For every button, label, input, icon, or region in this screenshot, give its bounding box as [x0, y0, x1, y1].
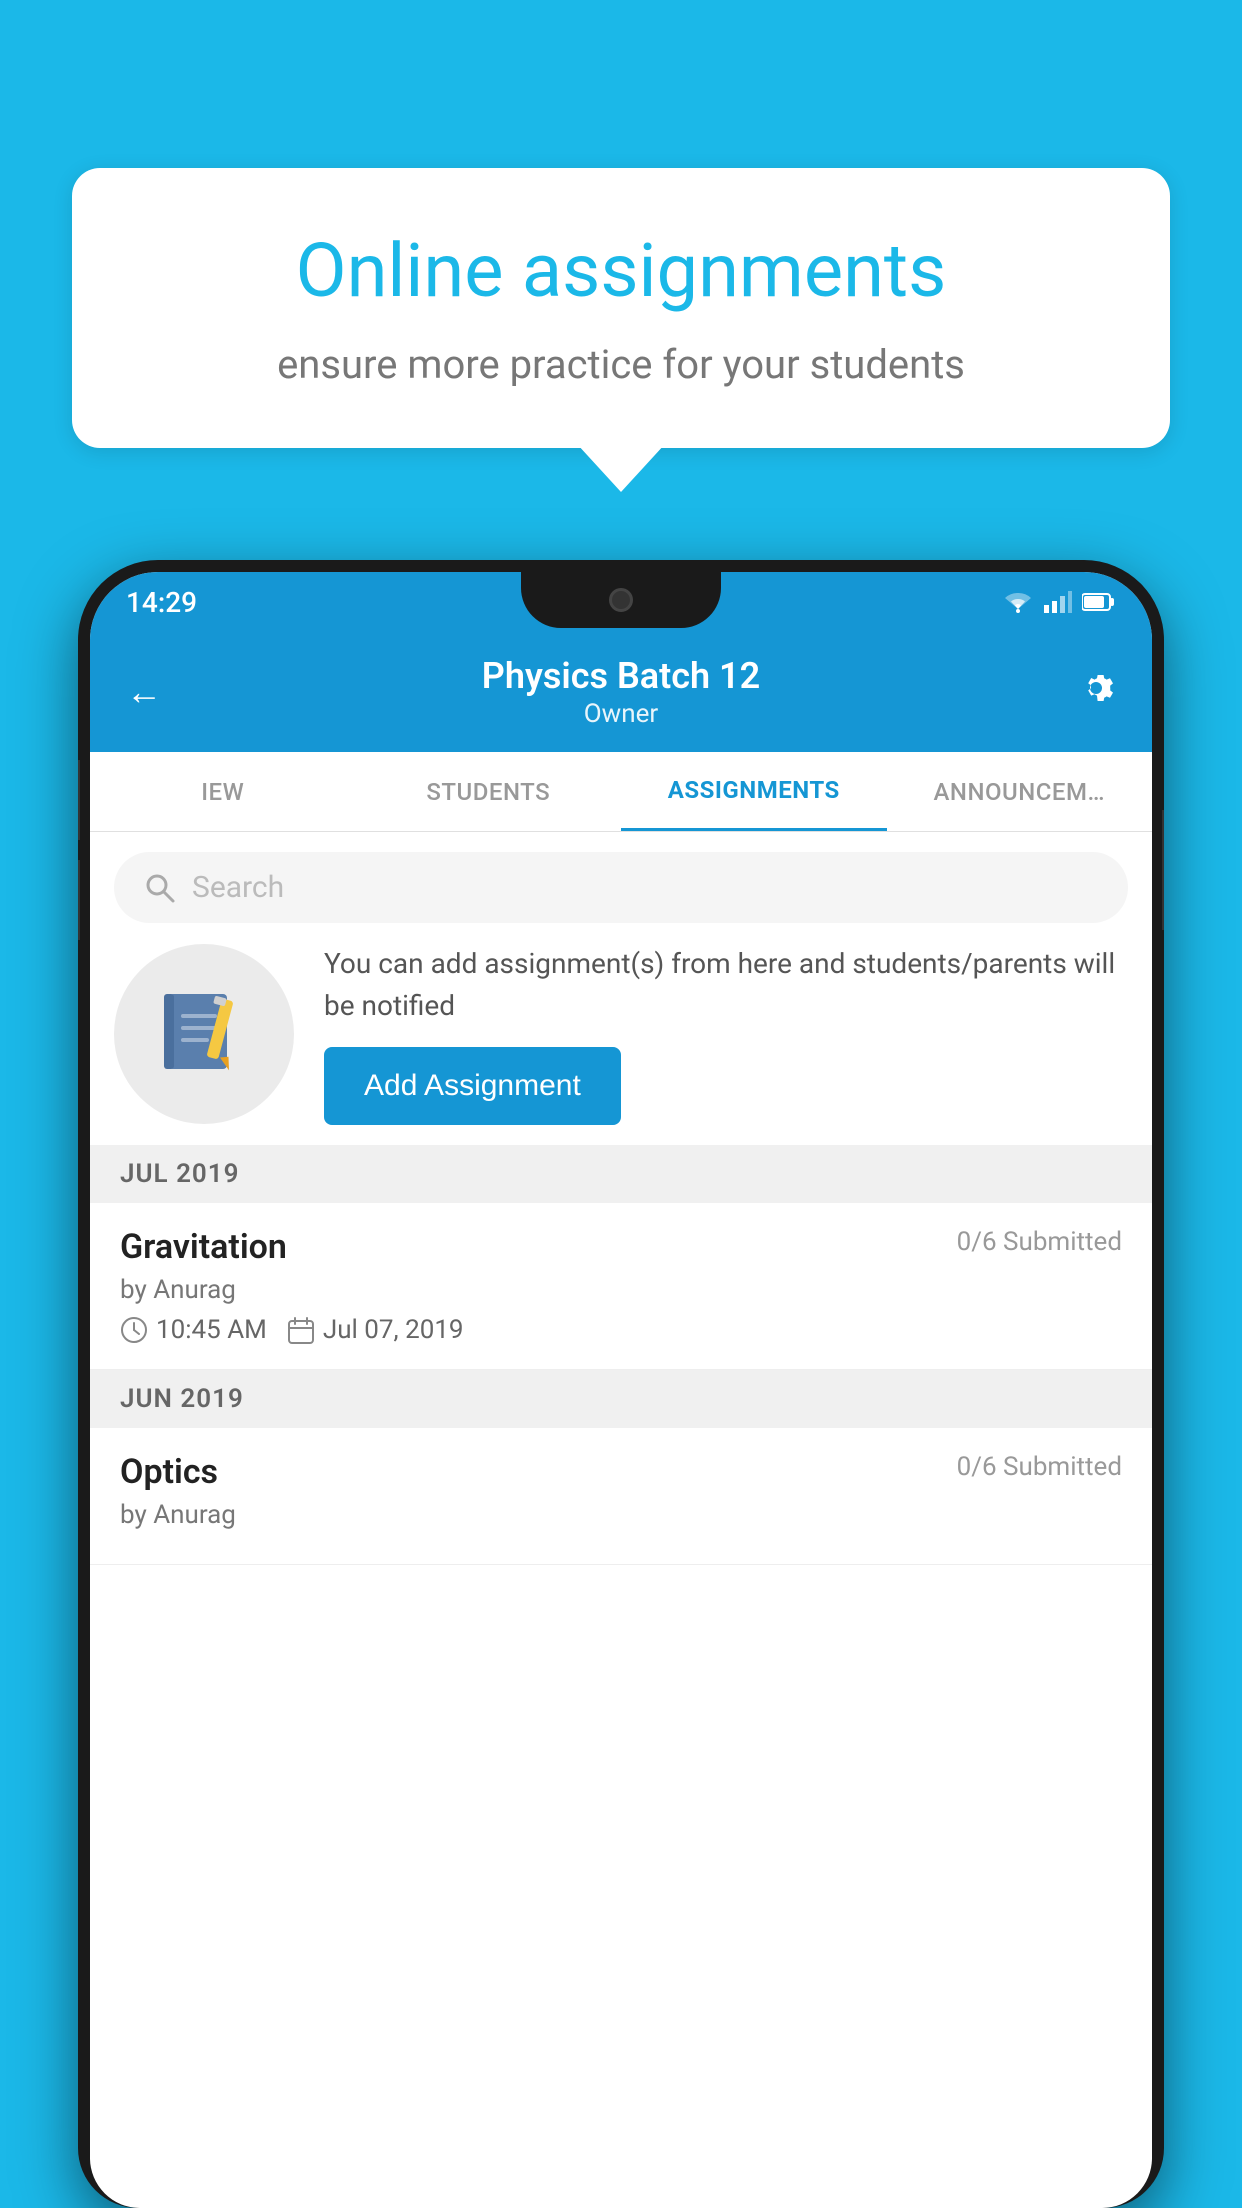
signal-icon [1044, 591, 1072, 613]
tabs-bar: IEW STUDENTS ASSIGNMENTS ANNOUNCEM… [90, 752, 1152, 832]
notebook-icon [159, 984, 249, 1084]
search-bar[interactable]: Search [114, 852, 1128, 923]
assignment-date-row: 10:45 AM Jul 07, 2019 [120, 1315, 1122, 1345]
header-subtitle: Owner [482, 699, 760, 729]
status-time: 14:29 [126, 586, 197, 619]
tab-students[interactable]: STUDENTS [356, 752, 622, 831]
speech-bubble-subtitle: ensure more practice for your students [152, 341, 1090, 388]
phone-screen: 14:29 [90, 572, 1152, 2208]
power-button [1162, 810, 1164, 930]
assignment-row-gravitation[interactable]: Gravitation 0/6 Submitted by Anurag 10:4… [90, 1203, 1152, 1370]
wifi-icon [1002, 591, 1034, 613]
tab-assignments[interactable]: ASSIGNMENTS [621, 752, 887, 831]
header-title: Physics Batch 12 [482, 655, 760, 697]
assignment-by: by Anurag [120, 1275, 1122, 1305]
settings-button[interactable] [1076, 668, 1116, 717]
search-input[interactable]: Search [192, 870, 284, 905]
header-title-group: Physics Batch 12 Owner [482, 655, 760, 729]
speech-bubble-title: Online assignments [152, 228, 1090, 317]
clock-icon [120, 1316, 148, 1344]
speech-bubble: Online assignments ensure more practice … [72, 168, 1170, 448]
assignment-top-row: Gravitation 0/6 Submitted [120, 1227, 1122, 1267]
search-icon [144, 872, 176, 904]
empty-state: You can add assignment(s) from here and … [114, 943, 1128, 1125]
assignment-row-optics[interactable]: Optics 0/6 Submitted by Anurag [90, 1428, 1152, 1565]
assignment-optics-by: by Anurag [120, 1500, 1122, 1530]
tab-iew[interactable]: IEW [90, 752, 356, 831]
back-button[interactable]: ← [126, 671, 162, 713]
tab-announcements[interactable]: ANNOUNCEM… [887, 752, 1153, 831]
assignment-optics-name: Optics [120, 1452, 218, 1492]
empty-state-description: You can add assignment(s) from here and … [324, 943, 1128, 1027]
content-area: Search [90, 832, 1152, 1565]
volume-down-button [78, 860, 80, 940]
battery-icon [1082, 591, 1116, 613]
assignment-optics-submitted: 0/6 Submitted [957, 1452, 1122, 1482]
assignment-optics-top-row: Optics 0/6 Submitted [120, 1452, 1122, 1492]
assignment-submitted: 0/6 Submitted [957, 1227, 1122, 1257]
add-assignment-button[interactable]: Add Assignment [324, 1047, 621, 1125]
section-header-jun: JUN 2019 [90, 1370, 1152, 1428]
volume-up-button [78, 760, 80, 840]
empty-state-icon [114, 944, 294, 1124]
assignment-name: Gravitation [120, 1227, 287, 1267]
phone-frame: 14:29 [78, 560, 1164, 2208]
empty-state-right: You can add assignment(s) from here and … [324, 943, 1128, 1125]
notch [521, 572, 721, 628]
calendar-icon [287, 1316, 315, 1344]
front-camera [609, 588, 633, 612]
section-header-jul: JUL 2019 [90, 1145, 1152, 1203]
gear-icon [1076, 668, 1116, 708]
app-header: ← Physics Batch 12 Owner [90, 632, 1152, 752]
assignment-date: Jul 07, 2019 [287, 1315, 464, 1345]
status-icons [1002, 591, 1116, 613]
assignment-time: 10:45 AM [120, 1315, 267, 1345]
